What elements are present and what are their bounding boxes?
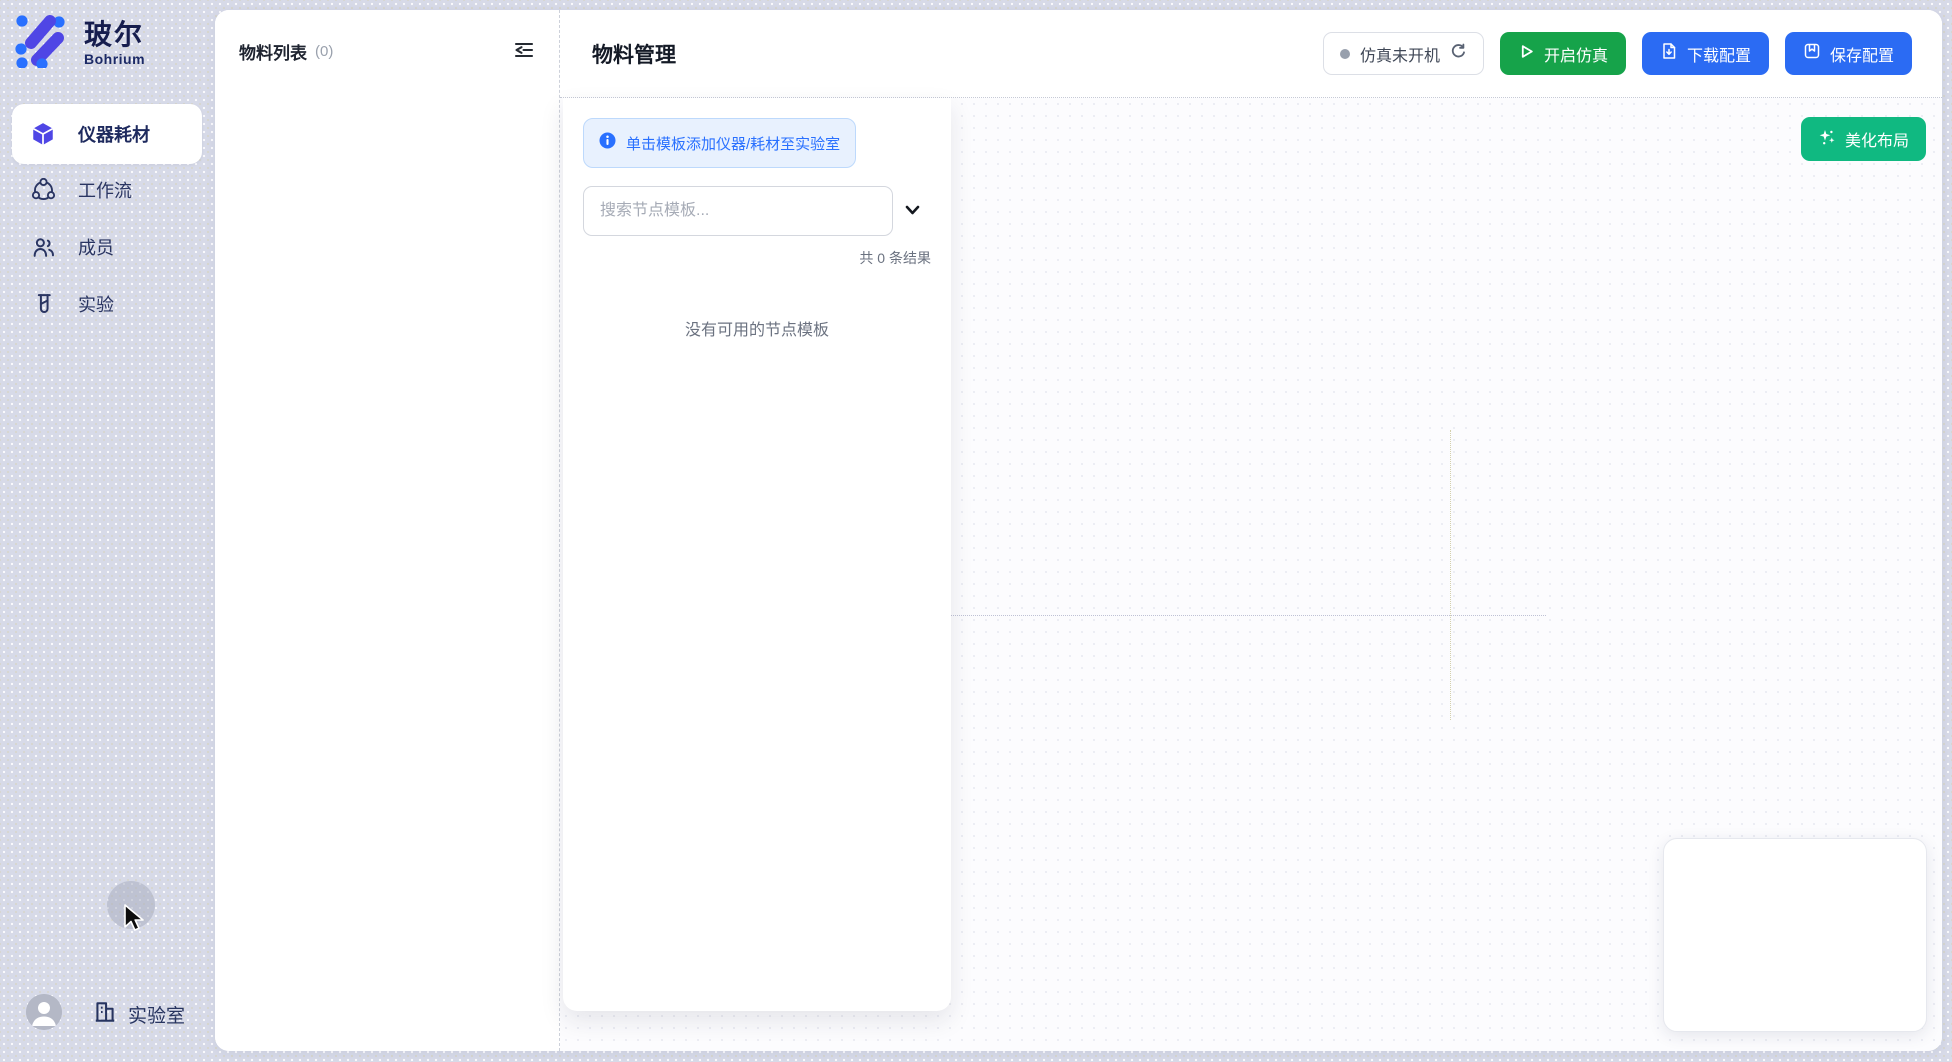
brand-logo: 玻尔 Bohrium bbox=[14, 12, 145, 73]
sim-status-pill[interactable]: 仿真未开机 bbox=[1323, 32, 1484, 75]
layout-canvas[interactable]: 单击模板添加仪器/耗材至实验室 共 0 条结果 bbox=[560, 98, 1942, 1051]
sparkles-icon bbox=[1818, 128, 1836, 151]
sidebar-item-instruments[interactable]: 仪器耗材 bbox=[12, 104, 202, 164]
template-search-row bbox=[583, 186, 931, 236]
expand-categories-button[interactable] bbox=[893, 191, 931, 231]
app-root: 玻尔 Bohrium 仪器耗材 工作流 bbox=[0, 0, 1952, 1062]
beautify-layout-label: 美化布局 bbox=[1845, 127, 1909, 151]
sidebar-item-experiment[interactable]: 实验 bbox=[12, 281, 202, 327]
refresh-icon[interactable] bbox=[1450, 43, 1467, 65]
info-banner-text: 单击模板添加仪器/耗材至实验室 bbox=[626, 133, 840, 154]
materials-list-header: 物料列表 (0) bbox=[215, 10, 559, 64]
cube-icon bbox=[30, 121, 56, 147]
results-count: 共 0 条结果 bbox=[583, 248, 931, 268]
brand-name: 玻尔 Bohrium bbox=[84, 19, 145, 67]
collapse-panel-icon bbox=[512, 38, 536, 65]
canvas-guide-horizontal bbox=[950, 615, 1546, 616]
mouse-cursor bbox=[121, 903, 147, 938]
save-icon bbox=[1803, 42, 1821, 65]
sidebar-item-members[interactable]: 成员 bbox=[12, 224, 202, 270]
minimap[interactable] bbox=[1663, 838, 1927, 1032]
save-config-button[interactable]: 保存配置 bbox=[1785, 32, 1912, 75]
canvas-guide-vertical bbox=[1450, 430, 1451, 720]
download-config-label: 下载配置 bbox=[1687, 42, 1751, 66]
building-icon bbox=[92, 999, 118, 1030]
materials-list-count: (0) bbox=[315, 43, 333, 60]
download-config-button[interactable]: 下载配置 bbox=[1642, 32, 1769, 75]
user-avatar[interactable] bbox=[26, 994, 62, 1030]
members-icon bbox=[30, 234, 56, 260]
sidebar-footer: 实验室 bbox=[0, 992, 215, 1036]
workspace-switcher[interactable]: 实验室 bbox=[92, 992, 185, 1036]
topbar-actions: 仿真未开机 bbox=[1323, 32, 1912, 75]
start-simulation-button[interactable]: 开启仿真 bbox=[1500, 32, 1626, 75]
main-area: 物料管理 仿真未开机 bbox=[560, 10, 1942, 1051]
collapse-panel-button[interactable] bbox=[511, 38, 537, 64]
info-icon bbox=[599, 132, 616, 154]
sidebar-item-label: 实验 bbox=[78, 291, 114, 317]
template-search-input[interactable] bbox=[583, 186, 893, 236]
sidebar-item-label: 工作流 bbox=[78, 177, 132, 203]
brand-name-cn: 玻尔 bbox=[84, 19, 145, 51]
empty-templates-message: 没有可用的节点模板 bbox=[583, 316, 931, 340]
play-icon bbox=[1518, 43, 1535, 65]
sidebar: 玻尔 Bohrium 仪器耗材 工作流 bbox=[0, 0, 215, 1062]
save-config-label: 保存配置 bbox=[1830, 42, 1894, 66]
file-download-icon bbox=[1660, 42, 1678, 65]
workflow-icon bbox=[30, 177, 56, 203]
brand-name-en: Bohrium bbox=[84, 51, 145, 67]
info-banner: 单击模板添加仪器/耗材至实验室 bbox=[583, 118, 856, 168]
content-card: 物料列表 (0) 物料管理 bbox=[215, 10, 1942, 1051]
sim-status-text: 仿真未开机 bbox=[1360, 42, 1440, 66]
sidebar-item-label: 成员 bbox=[78, 234, 114, 260]
beautify-layout-button[interactable]: 美化布局 bbox=[1801, 117, 1926, 161]
sidebar-item-workflow[interactable]: 工作流 bbox=[12, 167, 202, 213]
chevron-down-icon bbox=[903, 202, 922, 221]
status-dot-icon bbox=[1340, 49, 1350, 59]
node-template-panel: 单击模板添加仪器/耗材至实验室 共 0 条结果 bbox=[563, 98, 951, 1011]
sidebar-item-label: 仪器耗材 bbox=[78, 121, 150, 147]
topbar: 物料管理 仿真未开机 bbox=[560, 10, 1942, 98]
page-title: 物料管理 bbox=[592, 39, 676, 69]
bohrium-logo-icon bbox=[14, 12, 66, 73]
start-simulation-label: 开启仿真 bbox=[1544, 42, 1608, 66]
test-tube-icon bbox=[30, 291, 56, 317]
workspace-label: 实验室 bbox=[128, 1001, 185, 1028]
materials-list-panel: 物料列表 (0) bbox=[215, 10, 560, 1051]
materials-list-title: 物料列表 bbox=[239, 39, 307, 64]
